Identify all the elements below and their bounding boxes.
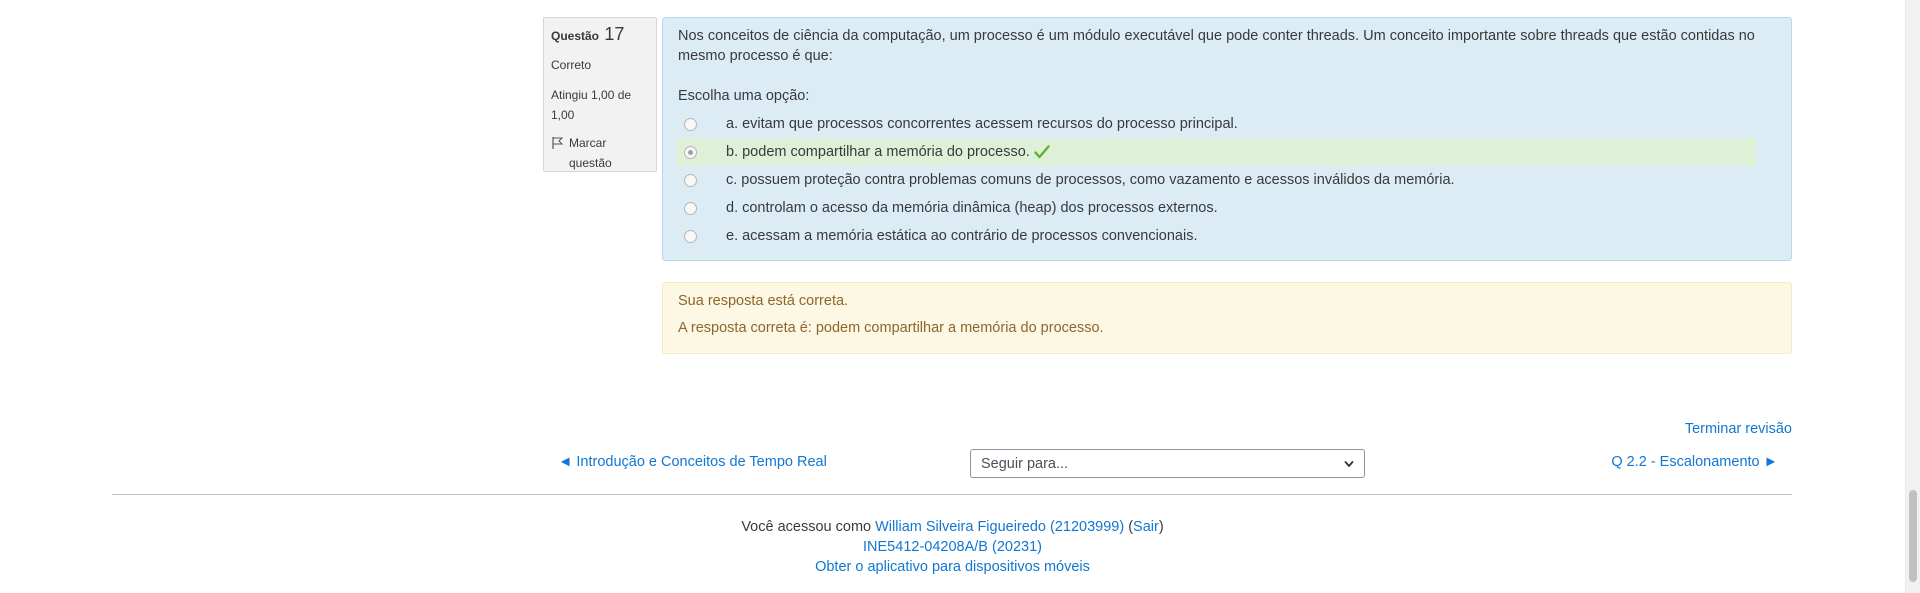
flag-icon [552,137,564,149]
answer-option-a[interactable]: a. evitam que processos concorrentes ace… [676,110,1756,138]
radio-button[interactable] [684,201,697,215]
answer-option-b[interactable]: b. podem compartilhar a memória do proce… [676,138,1756,166]
answer-list: a. evitam que processos concorrentes ace… [676,110,1776,250]
answer-option-label: c. possuem proteção contra problemas com… [726,172,1455,188]
jump-to-value: Seguir para... [981,455,1069,472]
radio-button[interactable] [684,117,697,131]
question-state: Correto [551,58,592,72]
check-icon [1034,145,1050,159]
question-number: Questão 17 [551,24,649,45]
question-formulation: Nos conceitos de ciência da computação, … [662,17,1792,261]
question-text: Nos conceitos de ciência da computação, … [678,28,1755,64]
radio-button-checked[interactable] [684,145,697,159]
radio-button[interactable] [684,173,697,187]
answer-option-label: e. acessam a memória estática ao contrár… [726,228,1198,244]
mobile-app-link[interactable]: Obter o aplicativo para dispositivos móv… [815,559,1090,575]
answer-option-d[interactable]: d. controlam o acesso da memória dinâmic… [676,194,1756,222]
answer-option-label: a. evitam que processos concorrentes ace… [726,116,1238,132]
finish-review-link[interactable]: Terminar revisão [1685,421,1792,437]
flag-question-label: Marcar questão [569,136,612,170]
user-profile-link[interactable]: William Silveira Figueiredo (21203999) [875,519,1124,535]
chevron-down-icon [1344,460,1354,467]
question-number-value: 17 [604,24,625,44]
page-footer: Você acessou como William Silveira Figue… [0,517,1905,577]
feedback-status: Sua resposta está correta. [678,293,849,309]
answer-feedback: Sua resposta está correta. A resposta co… [662,282,1792,354]
question-label: Questão [551,29,600,43]
logout-paren-close: ) [1158,519,1164,535]
answer-option-e[interactable]: e. acessam a memória estática ao contrár… [676,222,1756,250]
logged-in-info: Você acessou como William Silveira Figue… [0,517,1905,537]
question-grade: Atingiu 1,00 de 1,00 [551,88,632,122]
answer-option-label: d. controlam o acesso da memória dinâmic… [726,200,1218,216]
logout-link[interactable]: Sair [1133,519,1159,535]
logged-in-prefix: Você acessou como [741,519,872,535]
flag-question-button[interactable]: Marcar questão [551,133,649,173]
page-scrollbar[interactable] [1905,0,1920,593]
course-link[interactable]: INE5412-04208A/B (20231) [863,539,1042,555]
jump-to-select[interactable]: Seguir para... [970,449,1365,478]
footer-divider [112,494,1792,495]
next-activity-link[interactable]: Q 2.2 - Escalonamento ► [1611,454,1778,470]
feedback-right-answer: A resposta correta é: podem compartilhar… [678,320,1104,336]
answer-option-c[interactable]: c. possuem proteção contra problemas com… [676,166,1756,194]
scrollbar-thumb[interactable] [1909,490,1917,582]
radio-button[interactable] [684,229,697,243]
question-info: Questão 17 Correto Atingiu 1,00 de 1,00 … [543,17,657,172]
previous-activity-link[interactable]: ◄ Introdução e Conceitos de Tempo Real [558,454,827,470]
answer-option-label: b. podem compartilhar a memória do proce… [726,144,1030,160]
answer-prompt: Escolha uma opção: [678,88,810,104]
